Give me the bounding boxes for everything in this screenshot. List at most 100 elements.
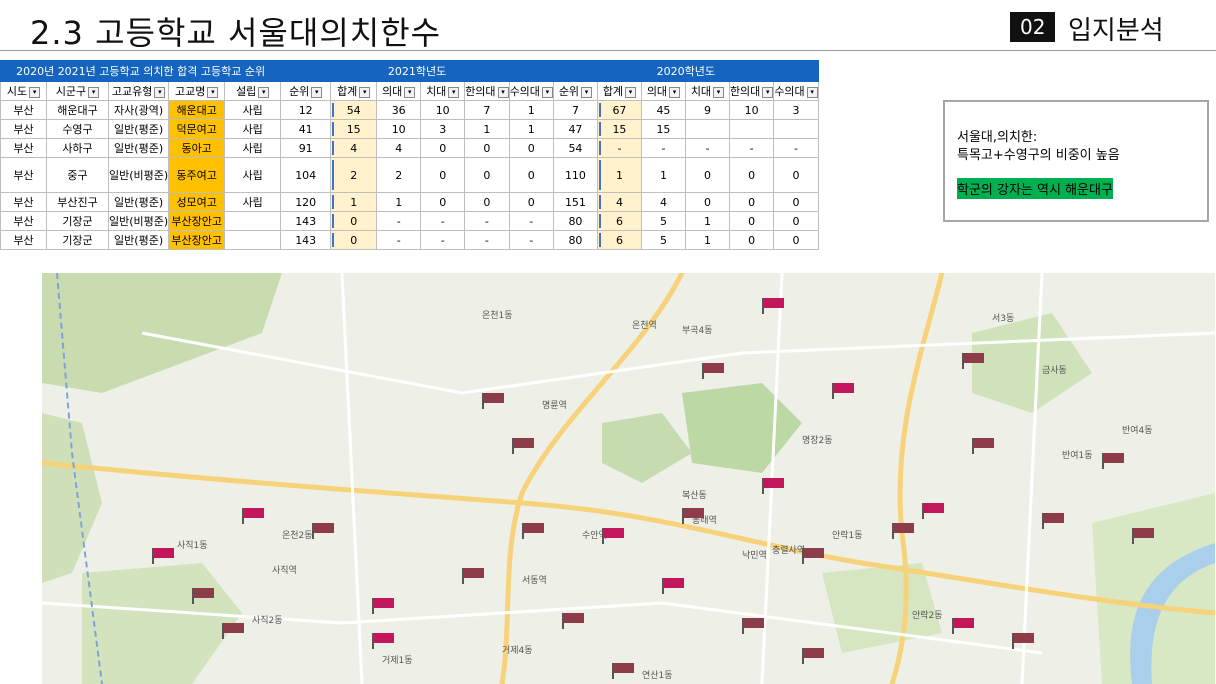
filter-dropdown-icon[interactable]: ▾ <box>581 86 593 98</box>
filter-dropdown-icon[interactable]: ▾ <box>541 86 553 98</box>
map-place-label: 온천1동 <box>482 310 513 321</box>
column-header[interactable]: 수의대 ▾ <box>773 81 819 101</box>
filter-dropdown-icon[interactable]: ▾ <box>154 86 166 98</box>
cell-value: 0 <box>350 233 358 247</box>
column-header[interactable]: 고교유형 ▾ <box>107 81 170 101</box>
table-row: 부산 해운대구 자사(광역) 해운대고 사립 12 54 36 10 7 1 7 67 45 9 10 3 <box>0 100 819 120</box>
column-header[interactable]: 한의대 ▾ <box>464 81 510 101</box>
filter-dropdown-icon[interactable]: ▾ <box>762 86 773 98</box>
column-header[interactable]: 합계 ▾ <box>596 81 642 101</box>
cell-value: 0 <box>527 195 535 209</box>
table-cell: 47 <box>552 119 598 139</box>
column-header[interactable]: 의대 ▾ <box>376 81 422 101</box>
table-cell: 0 <box>728 230 775 250</box>
filter-dropdown-icon[interactable]: ▾ <box>806 86 818 98</box>
table-cell: 해운대구 <box>46 100 109 120</box>
column-header[interactable]: 순위 ▾ <box>280 81 332 101</box>
filter-dropdown-icon[interactable]: ▾ <box>404 86 416 98</box>
column-header[interactable]: 수의대 ▾ <box>508 81 554 101</box>
cell-value: 45 <box>656 103 671 117</box>
map-place-label: 거제1동 <box>382 655 413 666</box>
cell-value: 91 <box>298 141 313 155</box>
cell-value: 1 <box>483 122 491 136</box>
table-cell: 1 <box>640 157 686 193</box>
table-cell: 2 <box>376 157 422 193</box>
table-cell: - <box>376 230 422 250</box>
column-header[interactable]: 한의대 ▾ <box>728 81 775 101</box>
table-cell: 2 <box>330 157 378 193</box>
table-cell: 0 <box>464 138 510 158</box>
column-header-label: 수의대 <box>509 85 540 98</box>
column-header[interactable]: 치대 ▾ <box>420 81 466 101</box>
table-cell: 기장군 <box>46 211 109 231</box>
cell-value: 10 <box>435 103 450 117</box>
filter-dropdown-icon[interactable]: ▾ <box>625 86 637 98</box>
table-cell: 사립 <box>224 119 282 139</box>
filter-dropdown-icon[interactable]: ▾ <box>359 86 371 98</box>
cell-value: 0 <box>439 168 447 182</box>
table-cell: 0 <box>508 192 554 212</box>
filter-dropdown-icon[interactable]: ▾ <box>29 86 41 98</box>
table-cell: - <box>376 211 422 231</box>
table-cell: 80 <box>552 230 598 250</box>
filter-dropdown-icon[interactable]: ▾ <box>448 86 460 98</box>
databar <box>332 195 335 209</box>
table-cell: 0 <box>728 157 775 193</box>
table-column-headers: 시도 ▾ 시군구 ▾ 고교유형 ▾ 고교명 ▾ 설립 ▾ 순위 ▾ 합계 ▾ 의대 ▾ 치대 ▾ 한의대 ▾ 수의대 ▾ 순… <box>0 81 819 101</box>
table-cell: 일반(비평준) <box>107 157 170 193</box>
table-cell: 부산장안고 <box>168 211 226 231</box>
table-cell: 부산 <box>0 119 47 139</box>
cell-value: - <box>529 233 534 247</box>
filter-dropdown-icon[interactable]: ▾ <box>88 86 100 98</box>
table-cell: 0 <box>420 138 466 158</box>
map-place-label: 금사동 <box>1042 365 1067 376</box>
filter-dropdown-icon[interactable]: ▾ <box>207 86 219 98</box>
column-header[interactable]: 시도 ▾ <box>0 81 47 101</box>
cell-value: - <box>529 214 534 228</box>
filter-dropdown-icon[interactable]: ▾ <box>497 86 509 98</box>
cell-value: 중구 <box>67 168 88 182</box>
column-header-label: 고교명 <box>175 85 206 98</box>
cell-value: 1 <box>395 195 403 209</box>
cell-value: 1 <box>527 103 535 117</box>
table-cell: - <box>684 138 730 158</box>
cell-value: 1 <box>659 168 667 182</box>
cell-value: 5 <box>659 233 667 247</box>
table-cell: 143 <box>280 230 332 250</box>
table-cell: - <box>728 138 775 158</box>
table-cell: 10 <box>376 119 422 139</box>
table-cell: 15 <box>330 119 378 139</box>
column-header[interactable]: 의대 ▾ <box>640 81 686 101</box>
cell-value: 120 <box>295 195 317 209</box>
cell-value: 67 <box>612 103 627 117</box>
table-cell: 54 <box>552 138 598 158</box>
filter-dropdown-icon[interactable]: ▾ <box>311 86 323 98</box>
cell-value: 부산장안고 <box>171 215 222 228</box>
cell-value: 수영구 <box>62 123 93 136</box>
column-header[interactable]: 치대 ▾ <box>684 81 730 101</box>
column-header[interactable]: 설립 ▾ <box>224 81 282 101</box>
cell-value: - <box>749 141 754 155</box>
table-cell: 67 <box>596 100 642 120</box>
column-header-label: 치대 <box>426 85 447 98</box>
table-cell: - <box>596 138 642 158</box>
filter-dropdown-icon[interactable]: ▾ <box>258 86 270 98</box>
table-cell: 사립 <box>224 100 282 120</box>
table-cell: 동주여고 <box>168 157 226 193</box>
column-header[interactable]: 고교명 ▾ <box>168 81 226 101</box>
column-header[interactable]: 시군구 ▾ <box>46 81 109 101</box>
filter-dropdown-icon[interactable]: ▾ <box>713 86 725 98</box>
column-header[interactable]: 순위 ▾ <box>552 81 598 101</box>
cell-value: - <box>396 233 401 247</box>
column-header[interactable]: 합계 ▾ <box>330 81 378 101</box>
school-ranking-table: 2020년 2021년 고등학교 의치한 합격 고등학교 순위 2021학년도 … <box>0 60 819 250</box>
table-cell <box>224 230 282 250</box>
filter-dropdown-icon[interactable]: ▾ <box>669 86 681 98</box>
databar <box>598 141 601 155</box>
table-cell: 91 <box>280 138 332 158</box>
map-place-label: 낙민역 <box>742 550 767 561</box>
cell-value: 143 <box>295 214 317 228</box>
column-header-label: 시군구 <box>55 85 87 98</box>
table-cell: 일반(평준) <box>107 138 170 158</box>
cell-value: 6 <box>615 214 623 228</box>
